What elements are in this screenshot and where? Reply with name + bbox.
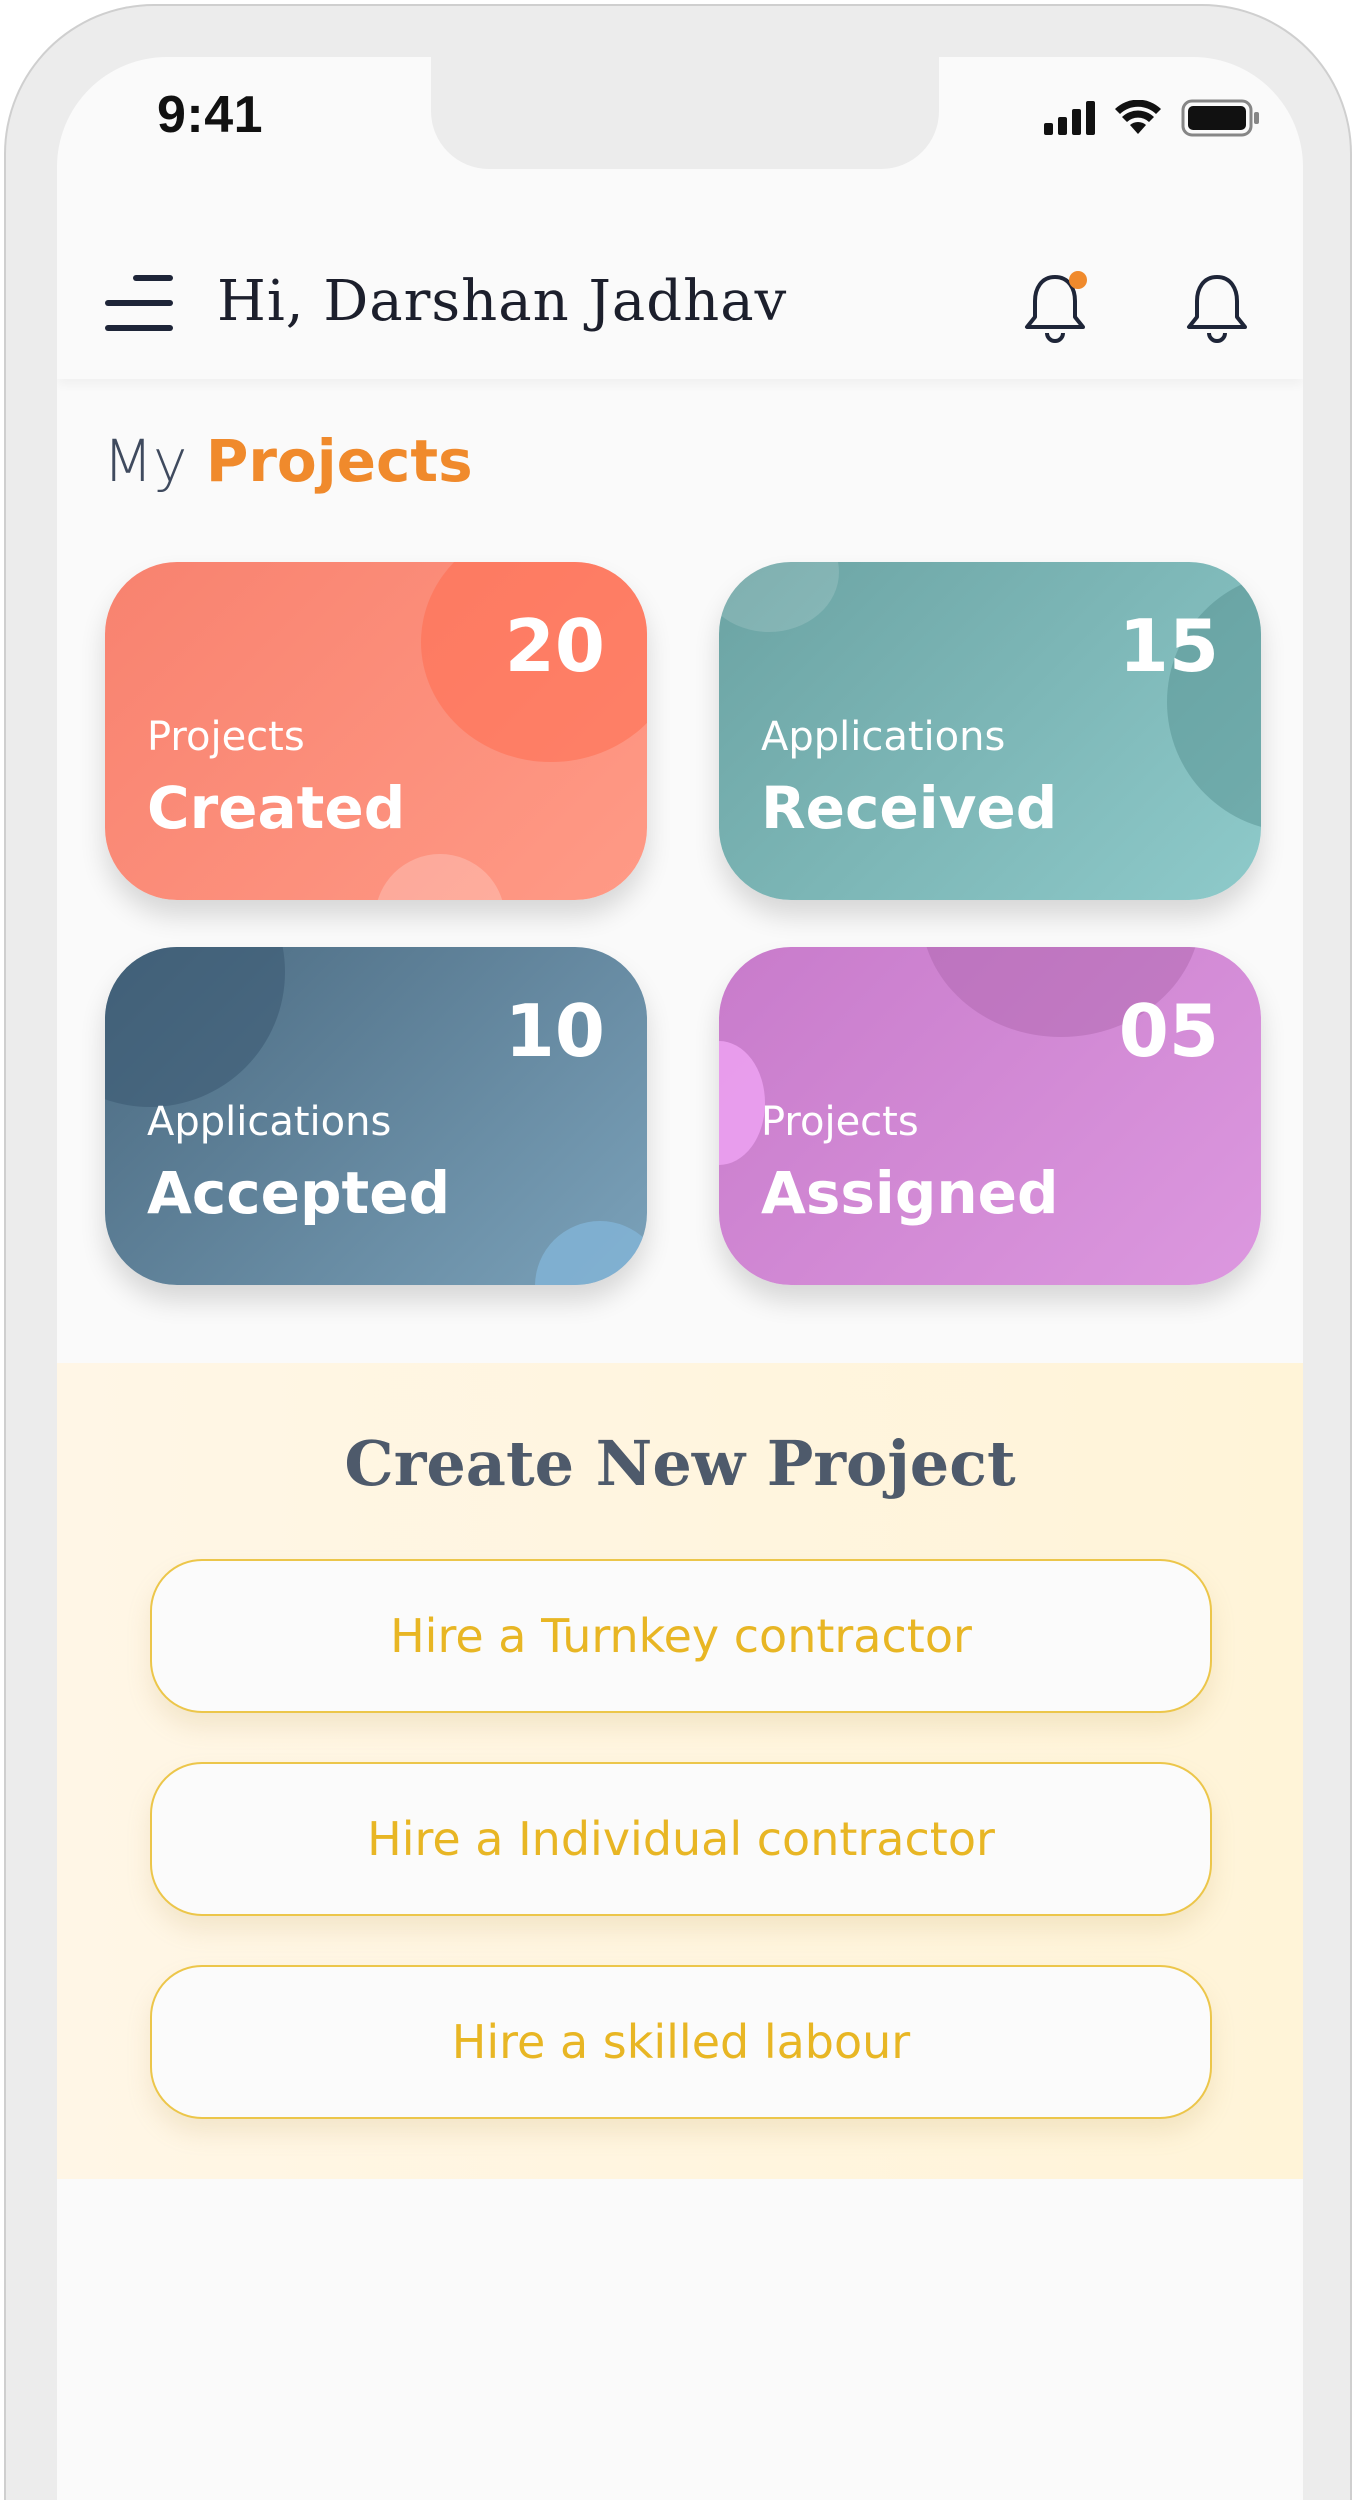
hire-skilled-labour-button[interactable]: Hire a skilled labour — [150, 1965, 1212, 2119]
card-label-bottom: Created — [147, 774, 406, 842]
wifi-icon — [1113, 100, 1163, 136]
card-decoration — [105, 947, 285, 1107]
create-project-title: Create New Project — [344, 1427, 1016, 1500]
card-label-bottom: Accepted — [147, 1159, 451, 1227]
status-icons — [1044, 99, 1261, 137]
card-label-top: Projects — [761, 1099, 919, 1145]
card-count: 15 — [1118, 604, 1219, 688]
create-project-section: Create New Project Hire a Turnkey contra… — [57, 1363, 1303, 2179]
card-label-top: Applications — [761, 714, 1006, 760]
phone-frame: 9:41 Hi, Darshan Jadhav My Projects 20 P… — [4, 4, 1352, 2500]
card-count: 10 — [504, 989, 605, 1073]
section-title: My Projects — [103, 427, 473, 495]
projects-assigned-card[interactable]: 05 Projects Assigned — [719, 947, 1261, 1285]
applications-accepted-card[interactable]: 10 Applications Accepted — [105, 947, 647, 1285]
hire-turnkey-contractor-button[interactable]: Hire a Turnkey contractor — [150, 1559, 1212, 1713]
projects-created-card[interactable]: 20 Projects Created — [105, 562, 647, 900]
card-decoration — [375, 854, 505, 900]
phone-notch — [431, 57, 939, 169]
battery-icon — [1181, 99, 1261, 137]
card-label-top: Projects — [147, 714, 305, 760]
card-label-top: Applications — [147, 1099, 392, 1145]
app-screen: 9:41 Hi, Darshan Jadhav My Projects 20 P… — [57, 57, 1303, 2500]
card-label-bottom: Received — [761, 774, 1058, 842]
bell-icon[interactable] — [1181, 267, 1253, 347]
notification-badge — [1069, 271, 1087, 289]
menu-icon[interactable] — [105, 275, 175, 331]
notification-bell-icon[interactable] — [1019, 267, 1091, 347]
app-header: Hi, Darshan Jadhav — [57, 227, 1303, 379]
signal-icon — [1044, 101, 1095, 135]
card-decoration — [719, 1041, 765, 1165]
section-title-highlight: Projects — [205, 427, 473, 495]
greeting-text: Hi, Darshan Jadhav — [217, 269, 788, 334]
section-title-prefix: My — [103, 427, 188, 495]
hire-individual-contractor-button[interactable]: Hire a Individual contractor — [150, 1762, 1212, 1916]
card-label-bottom: Assigned — [761, 1159, 1059, 1227]
card-count: 05 — [1118, 989, 1219, 1073]
applications-received-card[interactable]: 15 Applications Received — [719, 562, 1261, 900]
card-decoration — [719, 562, 839, 632]
card-count: 20 — [504, 604, 605, 688]
card-decoration — [535, 1221, 647, 1285]
status-time: 9:41 — [157, 86, 264, 144]
